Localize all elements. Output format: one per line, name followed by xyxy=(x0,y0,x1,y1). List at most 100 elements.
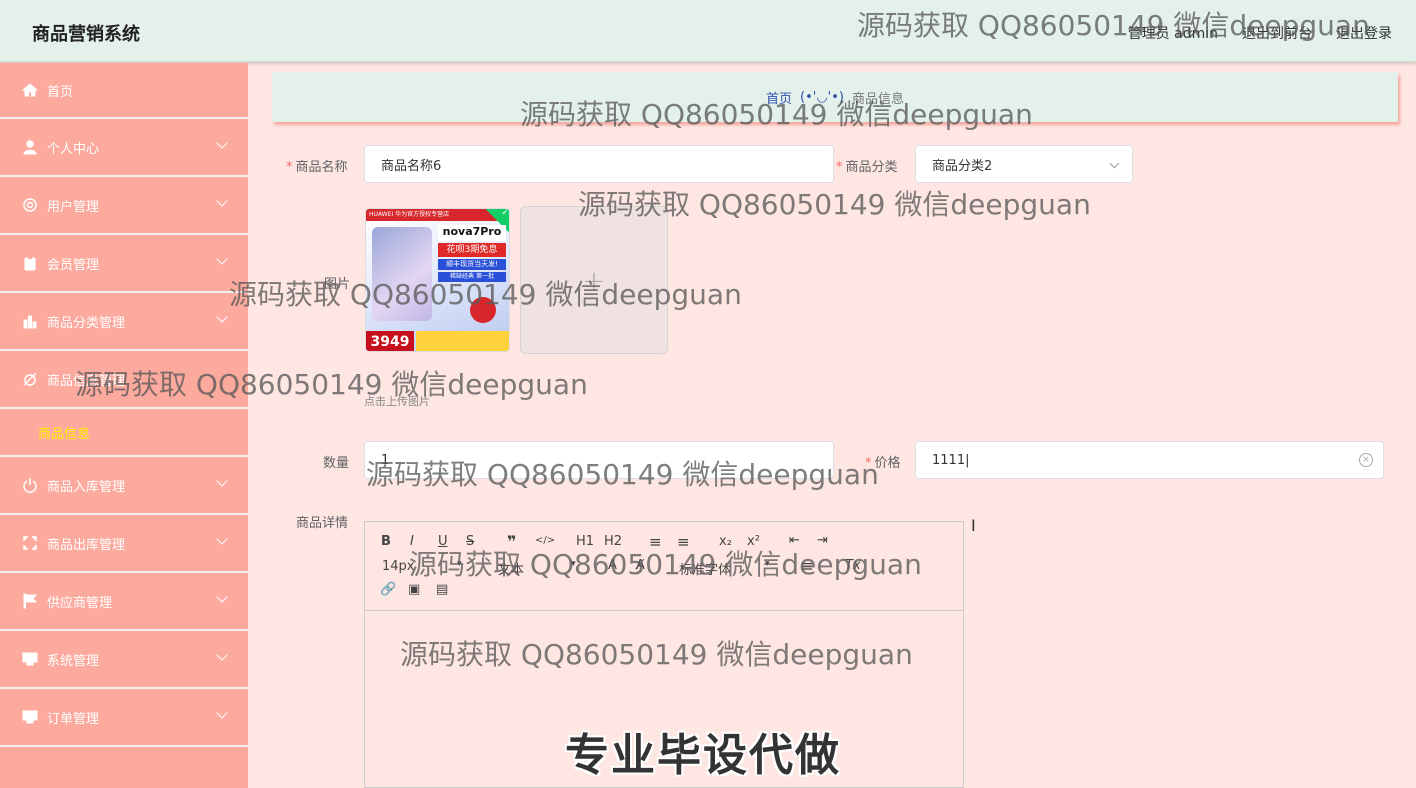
app-title: 商品营销系统 xyxy=(32,24,140,45)
image-label: 图片 xyxy=(324,277,351,292)
chevron-down-icon xyxy=(216,475,228,487)
header-actions: 管理员 admin 退出到前台 退出登录 xyxy=(1128,23,1392,43)
quantity-label: 数量 xyxy=(323,456,350,471)
sidebar-item-stock-out[interactable]: 商品出库管理 xyxy=(0,515,248,573)
text-cursor-icon: I xyxy=(971,516,976,535)
image-price: 3949 xyxy=(366,331,414,351)
product-image-thumbnail[interactable]: HUAWEI 华为官方授权专营店 ✓ nova7Pro 花呗3期免息 顺丰现货当… xyxy=(365,208,510,352)
breadcrumb-home[interactable]: 首页 xyxy=(766,88,792,107)
clear-format-icon[interactable]: Tx xyxy=(845,558,861,573)
sidebar-item-profile[interactable]: 个人中心 xyxy=(0,119,248,177)
phone-model: nova7Pro xyxy=(438,225,506,241)
sidebar-item-users[interactable]: 用户管理 xyxy=(0,177,248,235)
code-button[interactable]: </> xyxy=(535,535,555,546)
monitor-icon xyxy=(22,709,38,725)
bar-chart-icon xyxy=(22,313,38,329)
strike-button[interactable]: S xyxy=(466,534,474,549)
upload-tip: 点击上传图片 xyxy=(364,395,430,408)
sidebar-item-product[interactable]: 商品信息管理 xyxy=(0,351,248,409)
italic-button[interactable]: I xyxy=(410,534,414,549)
image-icon[interactable]: ▣ xyxy=(408,582,420,597)
sidebar-item-supplier[interactable]: 供应商管理 xyxy=(0,573,248,631)
subscript-button[interactable]: x₂ xyxy=(719,534,732,549)
sidebar-item-label: 商品出库管理 xyxy=(47,537,126,553)
sidebar-item-label: 用户管理 xyxy=(47,199,100,215)
sidebar-item-category[interactable]: 商品分类管理 xyxy=(0,293,248,351)
sidebar-item-stock-in[interactable]: 商品入库管理 xyxy=(0,457,248,515)
sidebar-item-label: 商品分类管理 xyxy=(47,315,126,331)
font-color-icon[interactable]: A xyxy=(608,558,617,573)
chevron-down-icon: ▾ xyxy=(571,559,576,569)
clear-icon[interactable]: × xyxy=(1359,453,1373,467)
users-icon xyxy=(22,197,38,213)
sidebar-item-label: 商品信息管理 xyxy=(47,373,126,389)
font-size-select[interactable]: 14px xyxy=(382,559,415,574)
power-icon xyxy=(22,477,38,493)
price-label: * 价格 xyxy=(865,456,901,471)
plus-icon: + xyxy=(582,263,606,297)
font-family-select[interactable]: 标准字体 xyxy=(679,559,731,578)
align-icon[interactable]: ≡ xyxy=(801,557,814,575)
name-label: * 商品名称 xyxy=(286,160,348,175)
superscript-button[interactable]: x² xyxy=(747,534,760,549)
front-link[interactable]: 退出到前台 xyxy=(1242,23,1312,43)
sidebar-item-label: 会员管理 xyxy=(47,257,100,273)
ordered-list-button[interactable]: ≡ xyxy=(649,533,662,551)
background-color-icon[interactable]: A̸ xyxy=(636,558,645,573)
sidebar-item-home[interactable]: 首页 xyxy=(0,63,248,119)
chevron-down-icon xyxy=(216,137,228,149)
tag-icon xyxy=(22,371,38,387)
sidebar-item-label: 订单管理 xyxy=(47,711,100,727)
category-label: * 商品分类 xyxy=(836,160,898,175)
sidebar-item-label: 系统管理 xyxy=(47,653,100,669)
chevron-down-icon: ▾ xyxy=(765,559,770,569)
home-icon xyxy=(22,82,38,98)
h2-button[interactable]: H2 xyxy=(604,534,622,549)
promo-banner: 花呗3期免息 xyxy=(438,243,506,257)
link-icon[interactable]: 🔗 xyxy=(380,582,396,597)
rich-text-editor[interactable]: B I U S ❞ </> H1 H2 ≡ ≡ x₂ x² ⇤ ⇥ 14px ▾… xyxy=(364,521,964,788)
sidebar: 首页 个人中心 用户管理 会员管理 商品分类管理 商品信息管理 商品信息 商品入… xyxy=(0,63,248,788)
promo-banner-2: 顺丰现货当天发! xyxy=(438,259,506,270)
breadcrumb-current: 商品信息 xyxy=(851,91,904,107)
h1-button[interactable]: H1 xyxy=(576,534,594,549)
blockquote-button[interactable]: ❞ xyxy=(507,532,516,551)
sidebar-item-label: 供应商管理 xyxy=(47,595,113,611)
bullet-list-button[interactable]: ≡ xyxy=(677,533,690,551)
breadcrumb-separator: (•'◡'•) xyxy=(800,89,844,105)
sidebar-item-label: 首页 xyxy=(47,84,74,100)
price-input[interactable]: 1111 | × xyxy=(915,441,1384,479)
member-icon xyxy=(22,255,38,271)
quantity-input[interactable]: 1 xyxy=(364,441,834,479)
top-header: 商品营销系统 管理员 admin 退出到前台 退出登录 xyxy=(0,0,1416,62)
sidebar-item-system[interactable]: 系统管理 xyxy=(0,631,248,689)
submenu-product-info[interactable]: 商品信息 xyxy=(0,409,248,457)
breadcrumb: 首页 (•'◡'•) 商品信息 xyxy=(272,72,1398,122)
chevron-down-icon xyxy=(216,707,228,719)
monitor-icon xyxy=(22,651,38,667)
underline-button[interactable]: U xyxy=(438,534,448,549)
outdent-button[interactable]: ⇤ xyxy=(789,533,800,548)
chevron-down-icon xyxy=(216,533,228,545)
name-input[interactable]: 商品名称6 xyxy=(364,145,834,183)
sidebar-item-orders[interactable]: 订单管理 xyxy=(0,689,248,747)
chevron-down-icon xyxy=(216,195,228,207)
bold-button[interactable]: B xyxy=(381,534,391,549)
sidebar-item-members[interactable]: 会员管理 xyxy=(0,235,248,293)
logout-link[interactable]: 退出登录 xyxy=(1336,23,1392,43)
category-select[interactable]: 商品分类2 xyxy=(915,145,1133,183)
detail-label: 商品详情 xyxy=(296,516,349,531)
chevron-down-icon xyxy=(216,253,228,265)
chevron-down-icon: ▾ xyxy=(457,559,462,569)
chevron-down-icon xyxy=(216,311,228,323)
expand-icon xyxy=(22,535,38,551)
indent-button[interactable]: ⇥ xyxy=(817,533,828,548)
editor-toolbar: B I U S ❞ </> H1 H2 ≡ ≡ x₂ x² ⇤ ⇥ 14px ▾… xyxy=(365,522,963,611)
editor-content[interactable]: 专业毕设代做 xyxy=(365,611,963,788)
video-icon[interactable]: ▤ xyxy=(436,582,448,597)
check-icon: ✓ xyxy=(501,208,509,219)
sidebar-item-label: 个人中心 xyxy=(47,141,100,157)
text-style-select[interactable]: 文本 xyxy=(498,559,524,578)
phone-image xyxy=(372,227,432,321)
upload-button[interactable]: + xyxy=(520,206,668,354)
